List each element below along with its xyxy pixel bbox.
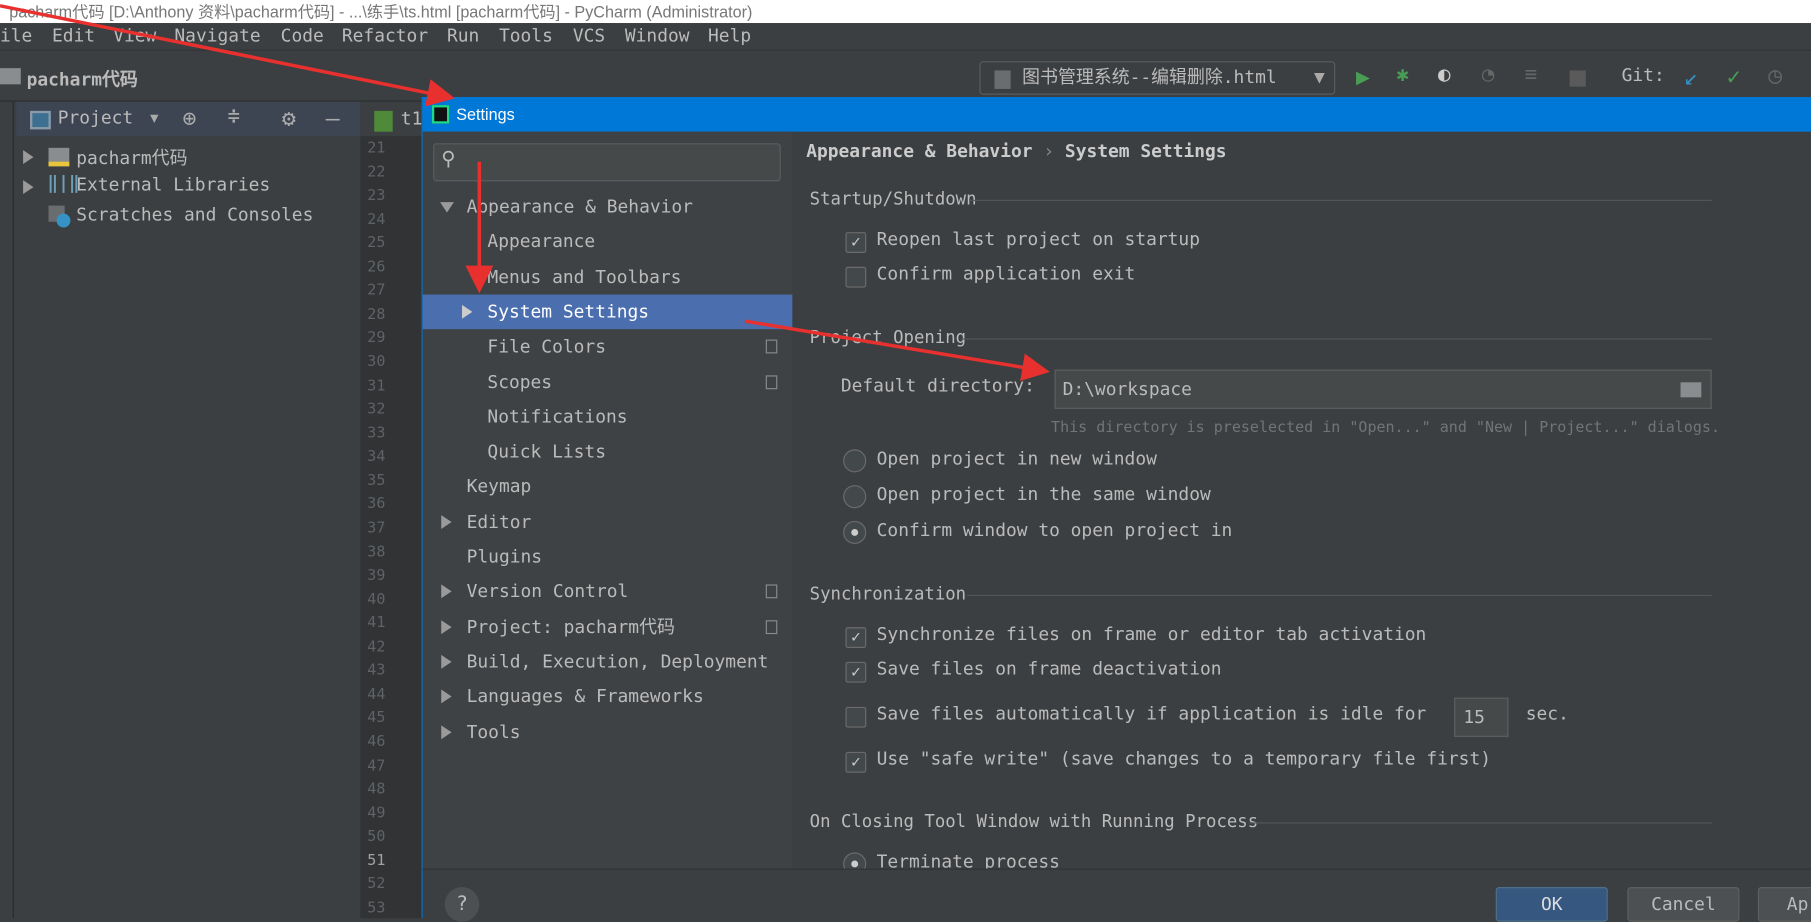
annotation-arrow	[0, 4, 455, 107]
annotation-arrow	[744, 319, 1050, 382]
annotation-arrows	[0, 4, 1050, 382]
